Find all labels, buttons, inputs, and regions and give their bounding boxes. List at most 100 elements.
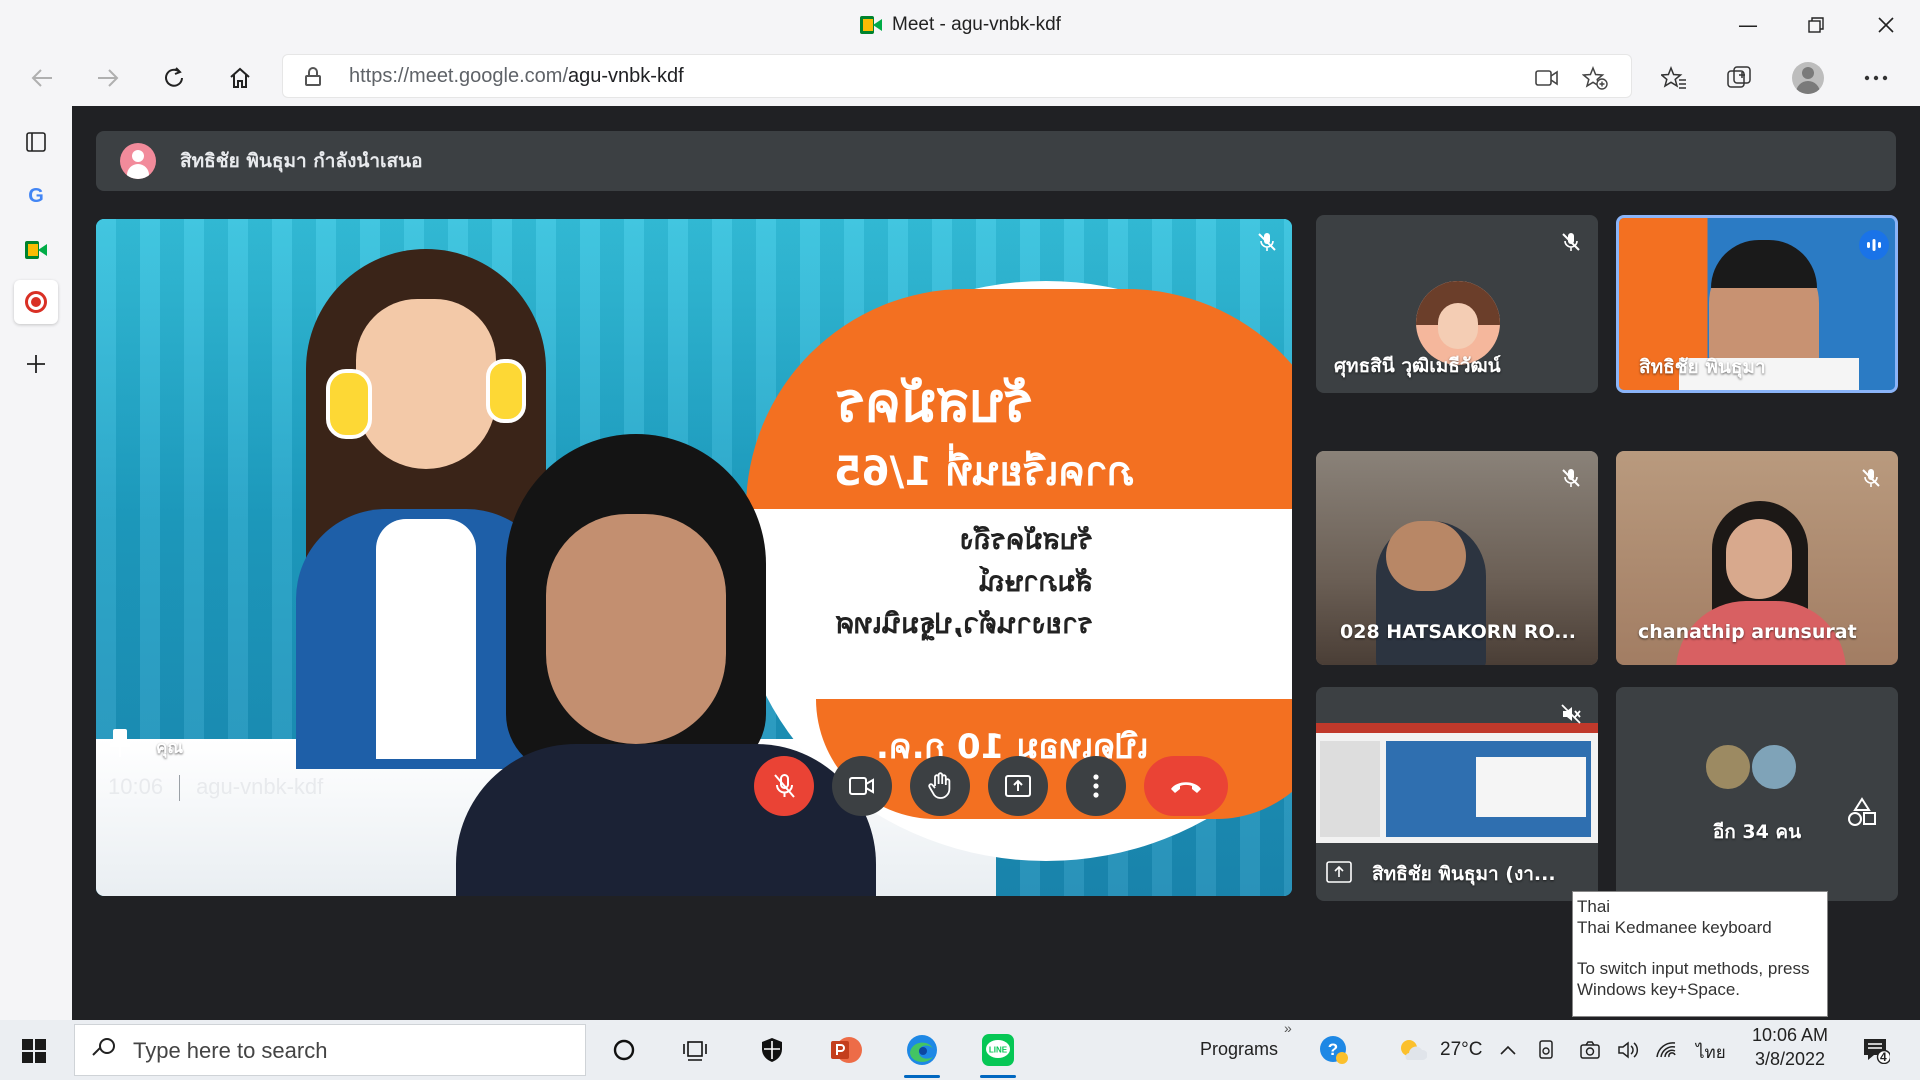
present-screen-icon xyxy=(1005,775,1031,797)
input-language-indicator[interactable]: ไทย xyxy=(1696,1039,1726,1066)
task-view-icon xyxy=(683,1041,707,1061)
meet-sidebar-icon xyxy=(25,241,47,259)
present-now-button[interactable] xyxy=(988,756,1048,816)
participant-tile[interactable]: 028 HATSAKORN RO... xyxy=(1316,451,1598,665)
home-button[interactable] xyxy=(220,58,260,98)
favorites-button[interactable] xyxy=(1656,60,1692,96)
close-icon xyxy=(1878,17,1894,33)
toolbar-expand-chevron-icon[interactable]: » xyxy=(1284,1020,1292,1036)
help-question-icon: ? xyxy=(1320,1036,1348,1064)
wifi-icon xyxy=(1656,1042,1676,1058)
forward-arrow-icon xyxy=(98,69,119,87)
pin-icon[interactable] xyxy=(110,729,130,759)
sidebar-record-button[interactable] xyxy=(14,280,58,324)
refresh-icon xyxy=(165,67,183,87)
mic-off-icon xyxy=(774,774,795,798)
presenting-text: สิทธิชัย พินธุมา กำลังนำเสนอ xyxy=(180,150,423,172)
volume-button[interactable] xyxy=(1614,1030,1642,1070)
weather-temperature[interactable]: 27°C xyxy=(1440,1039,1482,1061)
meeting-code[interactable]: agu-vnbk-kdf xyxy=(196,774,323,799)
tab-actions-button[interactable] xyxy=(14,120,58,164)
home-icon xyxy=(230,67,250,88)
participant-tile-active-speaker[interactable]: สิทธิชัย พินธุมา xyxy=(1616,215,1898,393)
collections-button[interactable] xyxy=(1722,60,1758,96)
refresh-button[interactable] xyxy=(154,58,194,98)
sidebar-add-button[interactable] xyxy=(14,342,58,386)
participant-tile[interactable]: ศุทธสินี วุฒิเมธีวัฒน์ xyxy=(1316,215,1598,393)
tray-camera-icon[interactable] xyxy=(1578,1030,1602,1070)
title-bar: Meet - agu-vnbk-kdf — xyxy=(0,0,1920,50)
presenter-avatar-icon xyxy=(120,143,156,179)
show-hidden-icons-button[interactable] xyxy=(1496,1030,1520,1070)
line-app-icon: LINE xyxy=(982,1034,1014,1066)
meet-logo-icon xyxy=(860,16,882,34)
camera-icon xyxy=(1580,1041,1600,1059)
search-placeholder: Type here to search xyxy=(133,1038,328,1063)
back-button[interactable] xyxy=(22,58,62,98)
edge-browser-icon xyxy=(907,1035,937,1065)
start-button[interactable] xyxy=(22,1039,46,1063)
sidebar-meet-button[interactable] xyxy=(14,228,58,272)
network-button[interactable] xyxy=(1652,1030,1680,1070)
phone-link-icon xyxy=(1539,1040,1553,1059)
profile-avatar[interactable] xyxy=(1792,62,1824,94)
presenting-banner: สิทธิชัย พินธุมา กำลังนำเสนอ xyxy=(96,131,1896,191)
edge-button[interactable] xyxy=(900,1030,944,1078)
sun-cloud-icon xyxy=(1401,1040,1427,1060)
microphone-toggle-button[interactable] xyxy=(754,756,814,816)
url-text[interactable]: https://meet.google.com/agu-vnbk-kdf xyxy=(349,65,684,88)
google-icon: G xyxy=(28,184,44,207)
cortana-circle-icon xyxy=(613,1039,635,1061)
camera-permission-icon[interactable] xyxy=(1533,64,1561,92)
record-icon xyxy=(25,291,47,313)
favorites-star-icon xyxy=(1661,66,1686,89)
video-camera-icon xyxy=(849,777,874,795)
clock-area[interactable]: 10:06 AM 3/8/2022 xyxy=(1746,1025,1834,1070)
edge-sidebar: G xyxy=(0,106,72,1020)
restore-icon xyxy=(1808,17,1824,33)
address-bar[interactable]: https://meet.google.com/agu-vnbk-kdf xyxy=(282,54,1632,98)
more-options-button[interactable] xyxy=(1066,756,1126,816)
activities-shapes-icon xyxy=(1848,797,1876,826)
taskbar-search[interactable]: Type here to search xyxy=(74,1024,586,1076)
participant-tile[interactable]: chanathip arunsurat xyxy=(1616,451,1898,665)
restore-button[interactable] xyxy=(1782,0,1850,50)
windows-security-button[interactable] xyxy=(750,1030,794,1070)
sidebar-google-button[interactable]: G xyxy=(14,174,58,218)
window-title: Meet - agu-vnbk-kdf xyxy=(860,12,1061,38)
input-method-tooltip: Thai Thai Kedmanee keyboard To switch in… xyxy=(1572,891,1828,1017)
more-vertical-icon xyxy=(1093,774,1099,798)
more-menu-button[interactable] xyxy=(1858,60,1894,96)
raise-hand-button[interactable] xyxy=(910,756,970,816)
speaker-icon xyxy=(1618,1041,1639,1059)
leave-call-button[interactable] xyxy=(1144,756,1228,816)
mic-off-icon xyxy=(1556,227,1586,257)
mic-off-icon xyxy=(1556,463,1586,493)
cortana-button[interactable] xyxy=(602,1030,646,1070)
add-favorite-icon[interactable] xyxy=(1581,64,1609,92)
help-button[interactable]: ? xyxy=(1312,1030,1356,1070)
activities-button[interactable] xyxy=(1842,792,1882,832)
meeting-clock: 10:06 xyxy=(108,774,164,799)
camera-toggle-button[interactable] xyxy=(832,756,892,816)
forward-button[interactable] xyxy=(88,58,128,98)
tray-app-icon[interactable] xyxy=(1534,1030,1558,1070)
programs-toolbar[interactable]: Programs xyxy=(1200,1039,1278,1060)
participant-name: 028 HATSAKORN RO... xyxy=(1340,621,1576,643)
notification-count: 4 xyxy=(1880,1050,1887,1064)
poster-subheading: ภาคเรียนที่ 1/65 xyxy=(834,449,1134,495)
task-view-button[interactable] xyxy=(674,1030,718,1070)
presentation-tile[interactable]: สิทธิชัย พินธุมา (งา... xyxy=(1316,687,1598,901)
powerpoint-button[interactable] xyxy=(824,1030,868,1070)
powerpoint-icon xyxy=(831,1037,862,1063)
lock-icon[interactable] xyxy=(305,67,321,86)
weather-widget[interactable] xyxy=(1390,1030,1434,1070)
notification-center-button[interactable]: 4 xyxy=(1856,1030,1896,1070)
minimize-button[interactable]: — xyxy=(1714,0,1782,50)
speaking-indicator-icon xyxy=(1859,230,1889,260)
line-app-button[interactable]: LINE xyxy=(976,1030,1020,1078)
close-button[interactable] xyxy=(1852,0,1920,50)
participant-avatar xyxy=(1750,743,1798,791)
participant-name: ศุทธสินี วุฒิเมธีวัฒน์ xyxy=(1334,355,1501,377)
window-title-text: Meet - agu-vnbk-kdf xyxy=(892,14,1061,35)
